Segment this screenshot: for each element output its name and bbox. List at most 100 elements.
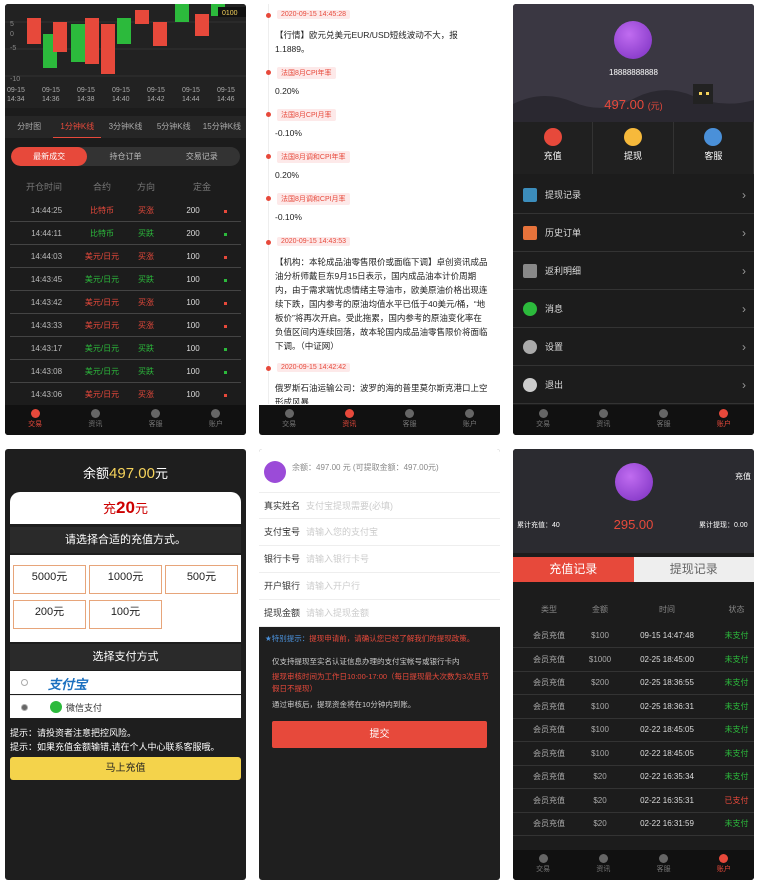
tab-15min[interactable]: 15分钟K线 <box>198 116 246 138</box>
nav-news[interactable]: 资讯 <box>65 405 125 435</box>
radio-button[interactable] <box>21 679 28 686</box>
field-real-name[interactable]: 真实姓名 支付宝提现需要(必填) <box>259 492 500 519</box>
cell-status: 已支付 <box>724 795 749 805</box>
field-bank-name[interactable]: 开户银行 请输入开户行 <box>259 573 500 600</box>
record-row[interactable]: 会员充值 $100 09-15 14:47:48 未支付 <box>513 624 754 648</box>
menu-settings[interactable]: 设置 › <box>513 328 754 366</box>
trade-row[interactable]: 14:43:45 美元/日元 买跌 100 <box>10 268 241 291</box>
nav-service[interactable]: 客服 <box>126 405 186 435</box>
nav-account[interactable]: 账户 <box>694 405 754 435</box>
cell-type: 会员充值 <box>533 748 565 758</box>
pay-option-wechat[interactable]: 微信支付 <box>10 695 241 718</box>
nav-trade[interactable]: 交易 <box>5 405 65 435</box>
field-alipay[interactable]: 支付宝号 请输入您的支付宝 <box>259 519 500 546</box>
field-amount[interactable]: 提现金额 请输入提现金额 <box>259 600 500 627</box>
menu-history-orders[interactable]: 历史订单 › <box>513 214 754 252</box>
nav-account[interactable]: 账户 <box>440 405 500 435</box>
withdraw-button[interactable]: 提现 <box>593 122 674 174</box>
seg-latest-trades[interactable]: 最新成交 <box>11 147 88 166</box>
trade-row[interactable]: 14:44:25 比特币 买涨 200 <box>10 199 241 222</box>
recharge-submit-button[interactable]: 马上充值 <box>10 757 241 780</box>
nav-news[interactable]: 资讯 <box>573 850 633 880</box>
field-placeholder[interactable]: 请输入开户行 <box>306 581 360 591</box>
record-row[interactable]: 会员充值 $100 02-22 18:45:05 未支付 <box>513 718 754 742</box>
radio-button[interactable] <box>21 704 28 711</box>
tab-withdraw-records[interactable]: 提现记录 <box>633 557 754 582</box>
trade-row[interactable]: 14:43:17 美元/日元 买跌 100 <box>10 337 241 360</box>
field-placeholder[interactable]: 请输入您的支付宝 <box>306 527 378 537</box>
field-placeholder[interactable]: 支付宝提现需要(必填) <box>306 501 393 511</box>
wechat-icon <box>50 701 62 713</box>
cell-dir: 买涨 <box>138 252 154 261</box>
tab-recharge-records[interactable]: 充值记录 <box>513 557 634 582</box>
col-status: 状态 <box>728 605 745 614</box>
news-text: 【机构：本轮成品油零售限价或面临下调】卓创资讯成品油分析师戴巨东9月15日表示，… <box>275 257 488 351</box>
trade-row[interactable]: 14:43:08 美元/日元 买跌 100 <box>10 360 241 383</box>
menu-logout[interactable]: 退出 › <box>513 366 754 404</box>
menu-messages[interactable]: 消息 › <box>513 290 754 328</box>
trade-row[interactable]: 14:43:42 美元/日元 买涨 100 <box>10 291 241 314</box>
amount-option[interactable]: 5000元 <box>13 565 86 594</box>
record-row[interactable]: 会员充值 $200 02-25 18:36:55 未支付 <box>513 671 754 695</box>
hint-risk: 提示：请投资者注意把控风险。 <box>10 728 137 738</box>
news-timeline[interactable]: 2020-09-15 14:45:28 【行情】欧元兑美元EUR/USD短线波动… <box>259 4 500 404</box>
record-row[interactable]: 会员充值 $20 02-22 16:31:59 未支付 <box>513 812 754 836</box>
amount-option[interactable]: 200元 <box>13 600 86 629</box>
status-dot <box>215 383 236 405</box>
nav-account[interactable]: 账户 <box>694 850 754 880</box>
tab-timeshare[interactable]: 分时图 <box>5 116 53 138</box>
amount-option[interactable]: 1000元 <box>89 565 162 594</box>
cell-type: 会员充值 <box>533 819 565 828</box>
x-tick: 14:44 <box>182 96 200 103</box>
user-icon <box>719 409 729 418</box>
account-header: 18888888888 497.00 (元) <box>513 4 754 122</box>
col-type: 类型 <box>541 605 557 614</box>
seg-positions[interactable]: 持仓订单 <box>87 147 163 166</box>
tab-5min[interactable]: 5分钟K线 <box>150 116 198 138</box>
amount-option[interactable]: 500元 <box>165 565 238 594</box>
menu-label: 退出 <box>545 380 564 390</box>
menu-withdraw-records[interactable]: 提现记录 › <box>513 176 754 214</box>
record-row[interactable]: 会员充值 $100 02-25 18:36:31 未支付 <box>513 695 754 719</box>
seg-history[interactable]: 交易记录 <box>164 147 240 166</box>
nav-news[interactable]: 资讯 <box>319 405 379 435</box>
trade-row[interactable]: 14:43:06 美元/日元 买涨 100 <box>10 383 241 406</box>
cell-time: 14:43:33 <box>30 321 63 330</box>
trade-row[interactable]: 14:43:33 美元/日元 买涨 100 <box>10 314 241 337</box>
service-button[interactable]: 客服 <box>674 122 754 174</box>
nav-service[interactable]: 客服 <box>634 405 694 435</box>
recharge-label[interactable]: 充值 <box>735 471 751 482</box>
field-placeholder[interactable]: 请输入提现金额 <box>306 608 369 618</box>
menu-label: 设置 <box>545 342 564 352</box>
field-placeholder[interactable]: 请输入银行卡号 <box>306 554 369 564</box>
news-text: -0.10% <box>275 212 302 222</box>
cell-time: 14:44:11 <box>31 229 62 238</box>
kline-chart[interactable]: 5 0 -5 -10 0100 09-15 14:34 09-15 14:36 09-1… <box>5 4 246 108</box>
amount-option[interactable]: 100元 <box>89 600 162 629</box>
nav-trade[interactable]: 交易 <box>513 405 573 435</box>
y-tick: -10 <box>10 76 20 83</box>
withdraw-submit-button[interactable]: 提交 <box>272 721 487 748</box>
trade-row[interactable]: 14:44:03 美元/日元 买涨 100 <box>10 245 241 268</box>
menu-rebate[interactable]: 返利明细 › <box>513 252 754 290</box>
nav-service[interactable]: 客服 <box>380 405 440 435</box>
record-row[interactable]: 会员充值 $20 02-22 16:35:34 未支付 <box>513 765 754 789</box>
tab-1min[interactable]: 1分钟K线 <box>53 116 102 138</box>
x-tick: 09-15 <box>77 87 95 94</box>
nav-service[interactable]: 客服 <box>634 850 694 880</box>
avatar[interactable] <box>614 21 652 59</box>
nav-trade[interactable]: 交易 <box>259 405 319 435</box>
record-row[interactable]: 会员充值 $1000 02-25 18:45:00 未支付 <box>513 648 754 672</box>
trade-row[interactable]: 14:44:11 比特币 买跌 200 <box>10 222 241 245</box>
field-bank-card[interactable]: 银行卡号 请输入银行卡号 <box>259 546 500 573</box>
tab-3min[interactable]: 3分钟K线 <box>101 116 149 138</box>
quick-label: 提现 <box>623 151 642 161</box>
nav-account[interactable]: 账户 <box>186 405 246 435</box>
record-row[interactable]: 会员充值 $20 02-22 16:35:31 已支付 <box>513 789 754 813</box>
nav-label: 交易 <box>536 866 551 873</box>
record-row[interactable]: 会员充值 $100 02-22 18:45:05 未支付 <box>513 742 754 766</box>
nav-news[interactable]: 资讯 <box>573 405 633 435</box>
recharge-button[interactable]: 充值 <box>513 122 594 174</box>
pay-option-alipay[interactable]: 支付宝 <box>10 671 241 694</box>
nav-trade[interactable]: 交易 <box>513 850 573 880</box>
